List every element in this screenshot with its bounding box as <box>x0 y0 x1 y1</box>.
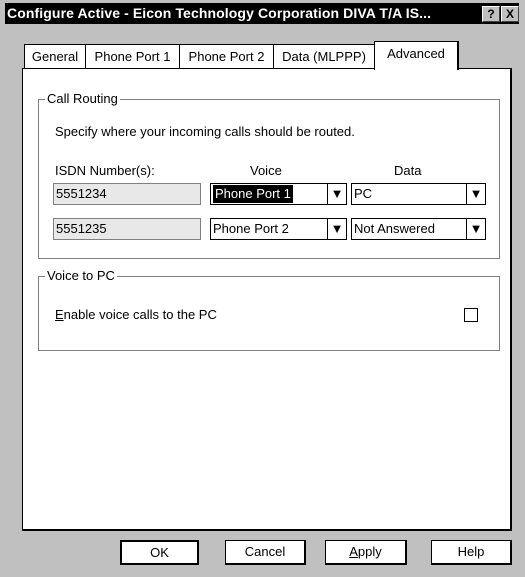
call-routing-label: Call Routing <box>45 91 120 106</box>
isdn-column-header: ISDN Number(s): <box>55 163 155 178</box>
voice-select-2-value: Phone Port 2 <box>213 221 289 236</box>
apply-button[interactable]: Apply <box>325 540 407 565</box>
tab-phone-port-1[interactable]: Phone Port 1 <box>85 44 180 69</box>
voice-column-header: Voice <box>250 163 282 178</box>
routing-instruction: Specify where your incoming calls should… <box>55 124 355 139</box>
cancel-button[interactable]: Cancel <box>225 540 306 565</box>
enable-voice-calls-checkbox[interactable] <box>464 308 478 322</box>
chevron-down-icon[interactable]: ▼ <box>466 219 485 239</box>
tab-phone-port-2[interactable]: Phone Port 2 <box>179 44 274 69</box>
voice-to-pc-label: Voice to PC <box>45 268 117 283</box>
voice-to-pc-group: Voice to PC Enable voice calls to the PC <box>38 268 500 351</box>
data-select-2-value: Not Answered <box>354 221 435 236</box>
tab-general[interactable]: General <box>24 44 86 69</box>
isdn-number-field-2: 5551235 <box>53 218 201 240</box>
chevron-down-icon[interactable]: ▼ <box>327 219 346 239</box>
window-title: Configure Active - Eicon Technology Corp… <box>7 5 432 21</box>
voice-select-1[interactable]: Phone Port 1 ▼ <box>210 183 347 205</box>
help-button[interactable]: Help <box>431 540 512 565</box>
call-routing-group: Call Routing Specify where your incoming… <box>38 91 500 259</box>
data-select-1[interactable]: PC ▼ <box>351 183 486 205</box>
help-title-button[interactable]: ? <box>482 6 500 22</box>
chevron-down-icon[interactable]: ▼ <box>466 184 485 204</box>
ok-button[interactable]: OK <box>120 540 199 565</box>
tab-panel-advanced: Call Routing Specify where your incoming… <box>22 68 512 531</box>
chevron-down-icon[interactable]: ▼ <box>327 184 346 204</box>
tab-data-mlppp[interactable]: Data (MLPPP) <box>273 44 375 69</box>
enable-voice-calls-label[interactable]: Enable voice calls to the PC <box>55 307 217 322</box>
dialog-window: Configure Active - Eicon Technology Corp… <box>0 0 525 577</box>
voice-select-1-value: Phone Port 1 <box>213 185 293 203</box>
voice-select-2[interactable]: Phone Port 2 ▼ <box>210 218 347 240</box>
isdn-number-field-1: 5551234 <box>53 183 201 205</box>
close-title-button[interactable]: X <box>501 6 519 22</box>
title-bar[interactable]: Configure Active - Eicon Technology Corp… <box>5 3 519 24</box>
data-select-2[interactable]: Not Answered ▼ <box>351 218 486 240</box>
data-column-header: Data <box>394 163 422 178</box>
data-select-1-value: PC <box>354 186 373 201</box>
tab-advanced[interactable]: Advanced <box>374 41 459 70</box>
